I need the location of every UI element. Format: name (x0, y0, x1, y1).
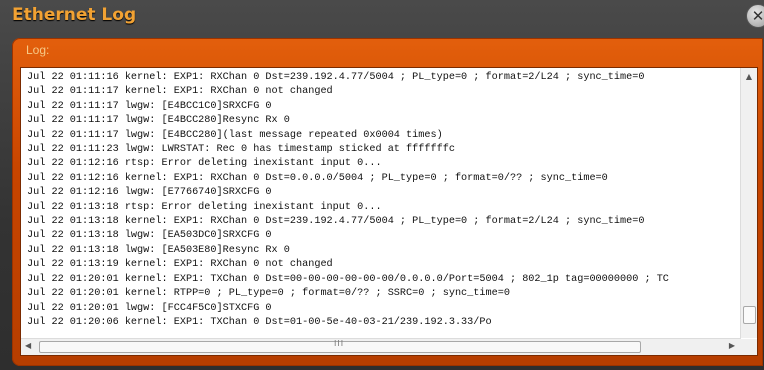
window-title: Ethernet Log (12, 5, 137, 25)
log-line: Jul 22 01:11:17 kernel: EXP1: RXChan 0 n… (27, 86, 333, 98)
log-line: Jul 22 01:11:17 lwgw: [E4BCC280]Resync R… (27, 115, 290, 127)
log-textarea[interactable]: Jul 22 01:11:16 kernel: EXP1: RXChan 0 D… (20, 67, 758, 356)
vertical-scroll-thumb[interactable] (743, 306, 756, 324)
log-line: Jul 22 01:13:18 rtsp: Error deleting ine… (27, 201, 382, 213)
scroll-grip-icon: III (334, 339, 345, 348)
log-line: Jul 22 01:20:01 kernel: EXP1: TXChan 0 D… (27, 273, 669, 285)
vertical-scrollbar[interactable]: ▲ (740, 68, 757, 338)
scroll-right-icon[interactable]: ▶ (729, 341, 735, 350)
log-line: Jul 22 01:20:01 lwgw: [FCC4F5C0]STXCFG 0 (27, 302, 272, 314)
log-line: Jul 22 01:13:19 kernel: EXP1: RXChan 0 n… (27, 259, 333, 271)
log-panel: Log: Jul 22 01:11:16 kernel: EXP1: RXCha… (12, 38, 763, 366)
log-line: Jul 22 01:11:23 lwgw: LWRSTAT: Rec 0 has… (27, 144, 455, 156)
scroll-up-icon[interactable]: ▲ (741, 72, 757, 81)
log-line: Jul 22 01:13:18 kernel: EXP1: RXChan 0 D… (27, 216, 645, 228)
log-label: Log: (26, 43, 50, 57)
log-line: Jul 22 01:11:17 lwgw: [E4BCC1C0]SRXCFG 0 (27, 100, 272, 112)
scrollbar-corner (741, 339, 757, 355)
log-lines: Jul 22 01:11:16 kernel: EXP1: RXChan 0 D… (27, 71, 731, 336)
log-line: Jul 22 01:11:17 lwgw: [E4BCC280](last me… (27, 129, 443, 141)
ethernet-log-window: Ethernet Log ✕ Log: Jul 22 01:11:16 kern… (0, 0, 764, 370)
log-line: Jul 22 01:20:06 kernel: EXP1: TXChan 0 D… (27, 316, 492, 328)
horizontal-scroll-thumb[interactable]: III (39, 339, 641, 353)
log-line: Jul 22 01:12:16 kernel: EXP1: RXChan 0 D… (27, 172, 608, 184)
log-line: Jul 22 01:20:01 kernel: RTPP=0 ; PL_type… (27, 288, 510, 300)
log-line: Jul 22 01:13:18 lwgw: [EA503E80]Resync R… (27, 244, 290, 256)
log-line: Jul 22 01:12:16 lwgw: [E7766740]SRXCFG 0 (27, 187, 272, 199)
scroll-left-icon[interactable]: ◀ (25, 341, 31, 350)
log-line: Jul 22 01:13:18 lwgw: [EA503DC0]SRXCFG 0 (27, 230, 272, 242)
horizontal-scrollbar[interactable]: ◀ III ▶ (21, 338, 741, 355)
log-line: Jul 22 01:11:16 kernel: EXP1: RXChan 0 D… (27, 72, 645, 83)
close-icon[interactable]: ✕ (746, 4, 764, 28)
log-line: Jul 22 01:12:16 rtsp: Error deleting ine… (27, 158, 382, 170)
